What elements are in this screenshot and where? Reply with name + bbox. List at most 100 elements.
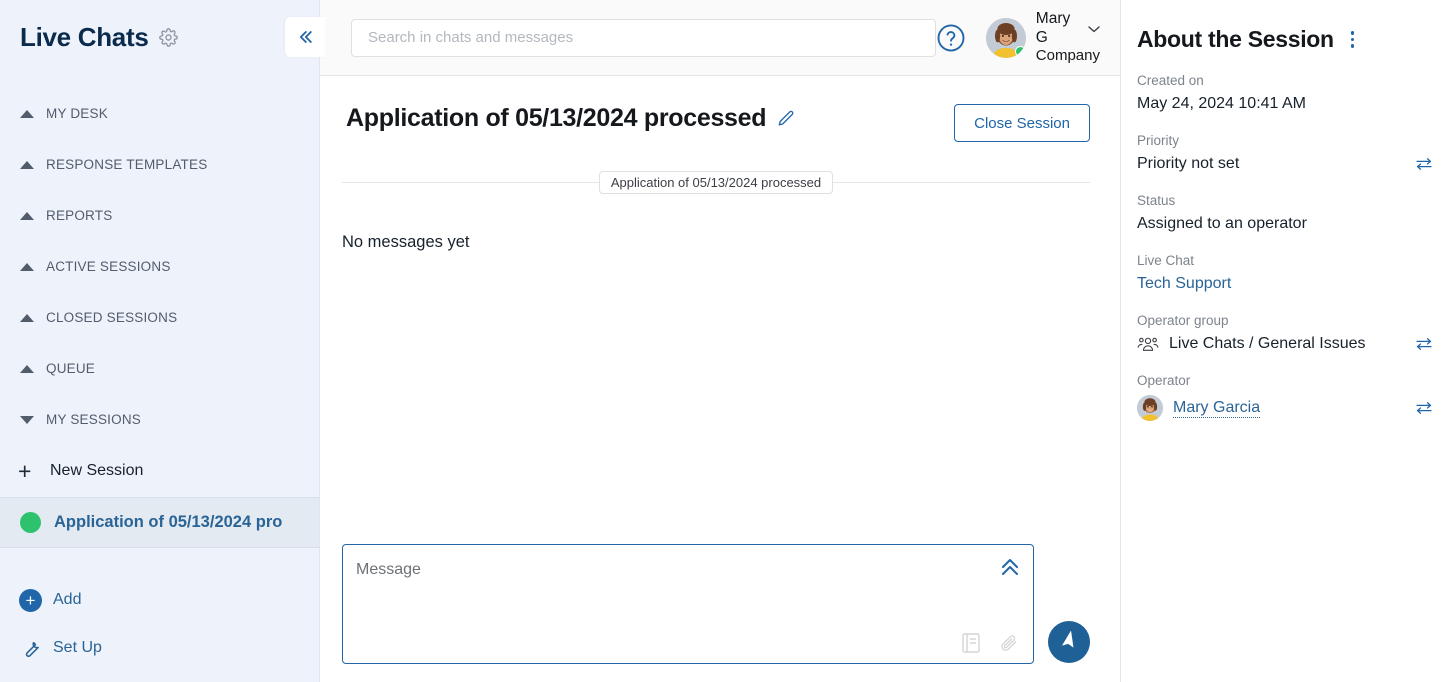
search-input[interactable]: [368, 29, 919, 46]
sidebar-collapse-button[interactable]: [285, 17, 325, 57]
user-info: Mary G Company: [1036, 10, 1100, 64]
sidebar-item-reports[interactable]: REPORTS: [0, 190, 319, 241]
send-paper-plane-icon: [1061, 631, 1074, 648]
swap-icon[interactable]: [1415, 401, 1433, 415]
circle-plus-icon: +: [19, 588, 42, 612]
field-created-on: Created on May 24, 2024 10:41 AM: [1137, 73, 1433, 113]
chat-header: Application of 05/13/2024 processed Clos…: [320, 76, 1120, 142]
field-label: Live Chat: [1137, 253, 1195, 268]
sidebar-actions: + Add Set Up: [0, 548, 319, 672]
avatar-photo-icon: [1137, 395, 1163, 421]
field-operator: Operator Mary Garcia: [1137, 373, 1433, 421]
messages-area: No messages yet: [320, 193, 1120, 544]
field-value: Priority not set: [1137, 155, 1240, 172]
sidebar-item-closed-sessions[interactable]: CLOSED SESSIONS: [0, 292, 319, 343]
sidebar-item-label: CLOSED SESSIONS: [46, 310, 178, 325]
triangle-down-icon: [20, 415, 34, 424]
online-status-badge: [1014, 45, 1026, 57]
top-bar: Mary G Company: [320, 0, 1120, 76]
sidebar-item-my-desk[interactable]: MY DESK: [0, 88, 319, 139]
field-label: Operator group: [1137, 313, 1229, 328]
empty-state-text: No messages yet: [342, 233, 470, 251]
sidebar-item-label: ACTIVE SESSIONS: [46, 259, 171, 274]
sidebar-item-label: RESPONSE TEMPLATES: [46, 157, 208, 172]
field-priority: Priority Priority not set: [1137, 133, 1433, 173]
add-button[interactable]: + Add: [0, 576, 319, 624]
new-session-label: New Session: [50, 462, 144, 479]
sidebar-item-my-sessions[interactable]: MY SESSIONS: [0, 394, 319, 445]
app-root: Live Chats MY DESK RESPONSE TEMPLATES RE…: [0, 0, 1453, 682]
sidebar-session-item[interactable]: Application of 05/13/2024 pro: [0, 497, 319, 548]
user-menu[interactable]: Mary G Company: [985, 10, 1100, 64]
field-row: Live Chats / General Issues: [1137, 335, 1433, 353]
center-column: Mary G Company Application of 05/13/2024…: [320, 0, 1120, 682]
field-status: Status Assigned to an operator: [1137, 193, 1433, 233]
field-label: Operator: [1137, 373, 1191, 388]
plus-icon: +: [18, 457, 32, 484]
people-group-icon: [1137, 335, 1159, 353]
sidebar-item-label: REPORTS: [46, 208, 113, 223]
new-session-button[interactable]: + New Session: [0, 445, 319, 497]
live-chat-link[interactable]: Tech Support: [1137, 275, 1231, 293]
field-row: May 24, 2024 10:41 AM: [1137, 95, 1433, 113]
page-title: Application of 05/13/2024 processed: [346, 104, 796, 133]
chevron-double-up-icon[interactable]: [998, 555, 1022, 583]
user-company: Company: [1035, 46, 1100, 64]
triangle-up-icon: [20, 211, 34, 220]
paperclip-icon[interactable]: [999, 632, 1019, 654]
about-session-header: About the Session: [1137, 0, 1433, 53]
user-name: Mary G: [1035, 10, 1071, 46]
sidebar-item-label: MY DESK: [46, 106, 108, 121]
sidebar-header: Live Chats: [0, 0, 319, 74]
message-composer[interactable]: [342, 544, 1034, 664]
field-row: Mary Garcia: [1137, 395, 1433, 421]
operator-avatar: [1137, 395, 1163, 421]
sidebar-session-label: Application of 05/13/2024 pro: [54, 513, 283, 531]
add-label: Add: [53, 591, 82, 608]
triangle-up-icon: [20, 364, 34, 373]
field-value: May 24, 2024 10:41 AM: [1137, 95, 1306, 112]
sidebar-item-label: MY SESSIONS: [46, 412, 141, 427]
sidebar: Live Chats MY DESK RESPONSE TEMPLATES RE…: [0, 0, 325, 682]
swap-icon[interactable]: [1415, 157, 1433, 171]
sidebar-nav: MY DESK RESPONSE TEMPLATES REPORTS ACTIV…: [0, 74, 319, 445]
field-row: Assigned to an operator: [1137, 215, 1433, 233]
wrench-icon: [19, 637, 42, 659]
pencil-icon[interactable]: [776, 109, 796, 129]
sidebar-item-queue[interactable]: QUEUE: [0, 343, 319, 394]
triangle-up-icon: [20, 109, 34, 118]
field-value: Assigned to an operator: [1137, 215, 1307, 232]
help-icon[interactable]: [936, 23, 966, 53]
sidebar-item-label: QUEUE: [46, 361, 96, 376]
triangle-up-icon: [20, 262, 34, 271]
kebab-menu-icon[interactable]: [1346, 27, 1360, 52]
gear-icon[interactable]: [158, 27, 178, 47]
close-session-button[interactable]: Close Session: [954, 104, 1090, 142]
field-label: Created on: [1137, 73, 1204, 88]
composer-tools: [961, 632, 1019, 654]
template-book-icon[interactable]: [961, 632, 981, 654]
sidebar-item-active-sessions[interactable]: ACTIVE SESSIONS: [0, 241, 319, 292]
panel-title: About the Session: [1137, 26, 1334, 52]
set-up-label: Set Up: [53, 639, 102, 656]
swap-icon[interactable]: [1415, 337, 1433, 351]
session-status-dot-icon: [20, 512, 41, 533]
search-box[interactable]: [351, 18, 936, 57]
triangle-up-icon: [20, 313, 34, 322]
triangle-up-icon: [20, 160, 34, 169]
sidebar-item-response-templates[interactable]: RESPONSE TEMPLATES: [0, 139, 319, 190]
field-label: Priority: [1137, 133, 1180, 148]
field-row: Priority not set: [1137, 155, 1433, 173]
set-up-button[interactable]: Set Up: [0, 624, 319, 672]
about-session-panel: About the Session Created on May 24, 202…: [1120, 0, 1453, 682]
field-live-chat: Live Chat Tech Support: [1137, 253, 1433, 293]
message-input[interactable]: [343, 545, 1033, 663]
field-operator-group: Operator group Live Chats / General Issu…: [1137, 313, 1433, 353]
operator-link[interactable]: Mary Garcia: [1173, 399, 1261, 418]
composer-wrap: [320, 544, 1120, 682]
date-separator: Application of 05/13/2024 processed: [342, 170, 1090, 194]
chat-title-text: Application of 05/13/2024 processed: [346, 104, 767, 132]
avatar: [985, 17, 1026, 58]
chevron-down-icon[interactable]: [1088, 20, 1100, 38]
send-button[interactable]: [1048, 621, 1090, 663]
